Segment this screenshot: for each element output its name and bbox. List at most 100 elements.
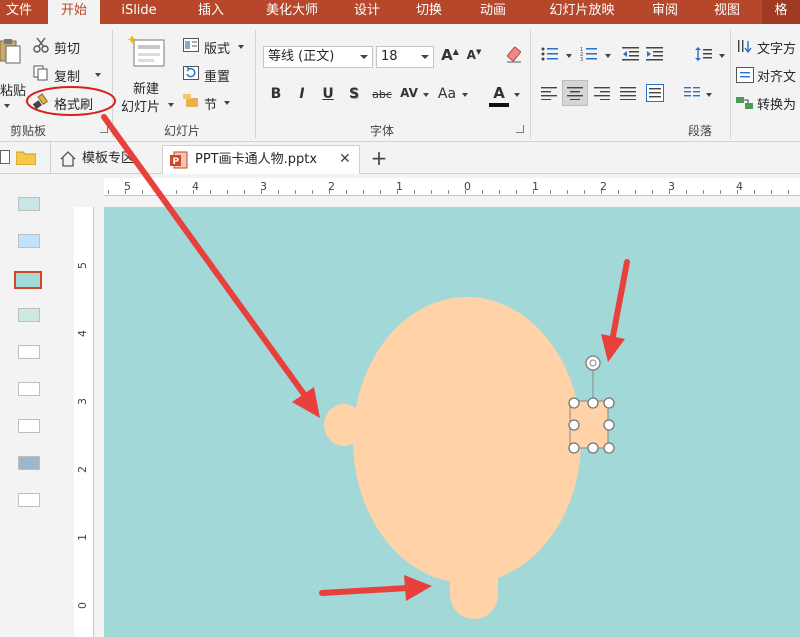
slide-thumbnail[interactable] [18,419,40,433]
tab-view[interactable]: 视图 [702,0,752,24]
slide-thumbnail[interactable] [18,493,40,507]
cut-button[interactable]: 剪切 [54,38,80,57]
tab-format[interactable]: 格 [762,0,800,24]
italic-button[interactable]: I [293,86,311,102]
layout-button[interactable]: 版式 [204,38,230,57]
vertical-ruler[interactable]: 5 4 3 2 1 0 [74,207,94,637]
increase-indent-icon[interactable] [646,46,664,62]
font-color-dropdown-icon[interactable] [514,93,520,97]
numbering-dropdown-icon[interactable] [605,54,611,58]
line-spacing-dropdown-icon[interactable] [719,54,725,58]
clipboard-dialog-launcher-icon[interactable] [100,125,108,133]
font-color-button[interactable]: A [490,84,508,102]
tab-file[interactable]: 文件 [0,0,38,24]
shrink-font-button[interactable]: A▼ [465,48,483,62]
tab-beautify-master[interactable]: 美化大师 [252,0,332,24]
horizontal-ruler[interactable]: 5432101234 [104,178,800,196]
paste-icon[interactable] [0,38,22,64]
tab-home[interactable]: 开始 [48,0,100,24]
ruler-tick [737,190,738,194]
slide-canvas[interactable] [104,207,800,637]
slide-thumbnail-active[interactable] [14,271,42,289]
section-button[interactable]: 节 [204,94,217,113]
strikethrough-button[interactable]: abc [369,88,395,101]
new-tab-button[interactable]: + [368,145,390,174]
align-text-button[interactable]: 对齐文 [757,66,796,85]
new-slide-dropdown-icon[interactable] [168,103,174,107]
slide-thumbnail[interactable] [18,382,40,396]
justify-icon[interactable] [620,86,636,100]
resize-handle[interactable] [603,442,615,454]
file-icon[interactable] [0,150,10,164]
char-spacing-button[interactable]: AV [398,86,420,100]
rotate-handle-icon[interactable] [585,355,601,371]
reset-icon [183,66,199,80]
slide-thumbnail[interactable] [18,234,40,248]
columns-dropdown-icon[interactable] [706,93,712,97]
align-center-button[interactable] [562,80,588,106]
folder-icon[interactable] [15,150,37,166]
new-slide-label-line2[interactable]: 幻灯片 [121,96,160,115]
head-shape[interactable] [353,297,581,583]
ruler-tick [771,190,772,194]
resize-handle[interactable] [568,442,580,454]
tab-insert[interactable]: 插入 [186,0,236,24]
grow-font-button[interactable]: A▲ [441,46,459,64]
resize-handle[interactable] [603,397,615,409]
new-slide-icon[interactable] [127,34,166,70]
section-dropdown-icon[interactable] [224,101,230,105]
resize-handle[interactable] [568,419,580,431]
slide-thumbnail[interactable] [18,197,40,211]
tab-islide[interactable]: iSlide [114,0,164,24]
change-case-button[interactable]: Aa [436,86,458,102]
tab-template-zone[interactable]: 模板专区 [58,145,158,174]
resize-handle[interactable] [587,397,599,409]
tab-transitions[interactable]: 切换 [404,0,454,24]
slide-thumbnail[interactable] [18,308,40,322]
copy-dropdown-icon[interactable] [95,73,101,77]
columns-icon[interactable] [684,86,700,100]
shadow-button[interactable]: S [345,86,363,102]
tab-review[interactable]: 审阅 [640,0,690,24]
close-tab-icon[interactable]: ✕ [339,146,351,173]
resize-handle[interactable] [587,442,599,454]
resize-handle[interactable] [568,397,580,409]
selected-shape[interactable] [568,355,615,454]
slide-thumbnail[interactable] [18,345,40,359]
paste-dropdown-icon[interactable] [4,104,10,108]
align-right-icon[interactable] [594,86,610,100]
copy-button[interactable]: 复制 [54,66,80,85]
numbering-icon[interactable]: 123 [580,46,598,63]
change-case-dropdown-icon[interactable] [462,93,468,97]
font-name-combo[interactable]: 等线 (正文) [263,46,373,68]
reset-button[interactable]: 重置 [204,66,230,85]
font-size-combo[interactable]: 18 [376,46,434,68]
convert-to-smartart-button[interactable]: 转换为 [757,94,796,113]
tab-slideshow[interactable]: 幻灯片放映 [534,0,630,24]
font-name-value: 等线 (正文) [268,49,335,64]
bullets-dropdown-icon[interactable] [566,54,572,58]
paste-button-label[interactable]: 粘贴 [0,80,26,99]
copy-icon [33,65,49,81]
paragraph-group-label: 段落 [688,124,713,138]
char-spacing-dropdown-icon[interactable] [423,93,429,97]
decrease-indent-icon[interactable] [622,46,640,62]
tab-animations[interactable]: 动画 [468,0,518,24]
resize-handle[interactable] [603,419,615,431]
align-left-icon[interactable] [541,86,557,100]
ruler-tick [346,190,347,194]
bold-button[interactable]: B [267,86,285,102]
line-spacing-icon[interactable] [695,46,713,62]
text-direction-button[interactable]: 文字方 [757,38,796,57]
new-slide-label-line1[interactable]: 新建 [133,78,159,97]
tab-design[interactable]: 设计 [342,0,392,24]
underline-button[interactable]: U [319,86,337,102]
layout-dropdown-icon[interactable] [238,45,244,49]
ruler-tick [550,190,551,194]
distributed-icon[interactable] [646,84,664,102]
clear-formatting-icon[interactable] [505,46,523,64]
bullets-icon[interactable] [541,46,559,62]
font-dialog-launcher-icon[interactable] [516,125,524,133]
tab-pptx-file[interactable]: P PPT画卡通人物.pptx ✕ [162,145,360,174]
slide-thumbnail[interactable] [18,456,40,470]
